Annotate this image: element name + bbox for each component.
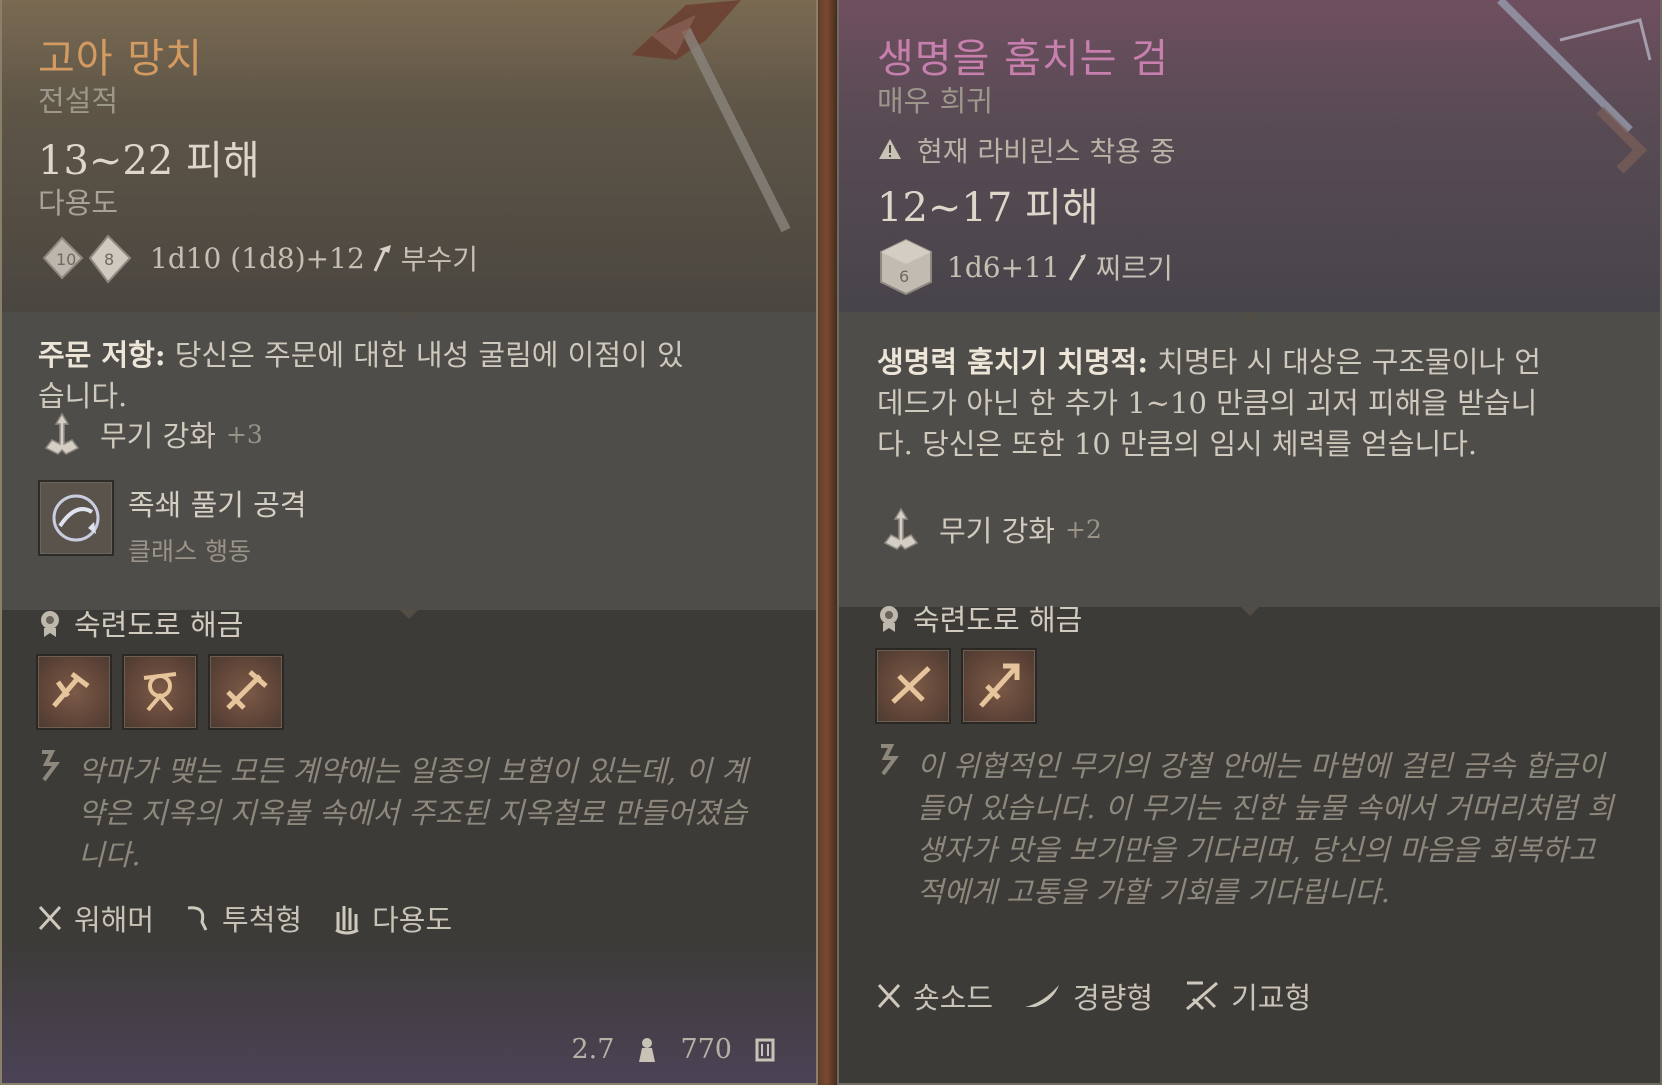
svg-text:8: 8 <box>104 250 114 269</box>
property-item: 다용도 <box>332 897 452 939</box>
damage-dice-row: 10 8 1d10 (1d8)+12 부수기 <box>38 228 478 288</box>
divider-notch <box>1240 607 1259 616</box>
flavor-text: 이 위협적인 무기의 강철 안에는 마법에 걸린 금속 합금이 들어 있습니다.… <box>917 749 1614 909</box>
item-title: 고아 망치 <box>38 36 203 82</box>
unshackle-strike-icon[interactable] <box>38 480 114 556</box>
damage-range: 12~17 피해 <box>877 185 1099 231</box>
dice-icon: 6 <box>880 238 932 296</box>
enchantment-bonus: +2 <box>1064 514 1102 544</box>
shortsword-icon <box>877 983 901 1009</box>
weapon-properties: 워해머 투척형 다용도 <box>36 897 482 939</box>
item-footer: 2.7 770 <box>572 1034 777 1065</box>
enchantment-label: 무기 강화 <box>100 419 216 453</box>
item-tooltip-left: 고아 망치 전설적 13~22 피해 다용도 10 8 1d10 (1d8)+1… <box>0 0 818 1085</box>
piercing-icon <box>1068 254 1086 281</box>
warhammer-art-icon <box>631 0 791 233</box>
equipped-text: 현재 라비린스 착용 중 <box>917 135 1176 168</box>
item-value: 770 <box>680 1034 732 1065</box>
class-action[interactable]: 족쇄 풀기 공격 클래스 행동 <box>38 480 307 568</box>
gold-icon <box>755 1038 775 1061</box>
enchantment-icon <box>44 412 80 455</box>
property-label: 투척형 <box>222 903 303 937</box>
enchantment-bonus: +3 <box>225 419 263 449</box>
background-strip <box>815 0 839 1085</box>
property-item: 경량형 <box>1023 975 1153 1017</box>
property-label: 워해머 <box>74 903 155 937</box>
divider-notch <box>1240 312 1259 321</box>
divider-notch <box>400 610 418 619</box>
property-label: 숏소드 <box>913 981 994 1015</box>
finesse-icon <box>1186 981 1219 1011</box>
dice-formula: 1d10 (1d8)+12 <box>150 241 365 275</box>
passive-name: 생명력 훔치기 치명적: <box>877 345 1149 379</box>
item-title: 생명을 훔치는 검 <box>877 36 1170 82</box>
lifestealer-sword-art-icon <box>1497 0 1652 174</box>
warning-icon <box>879 139 901 159</box>
divider-notch <box>400 312 418 321</box>
dice-icon: 10 8 <box>42 234 132 284</box>
warhammer-icon <box>38 905 62 931</box>
proficiency-unlock-header: 숙련도로 해금 <box>877 597 1082 639</box>
dice-formula: 1d6+11 <box>947 250 1060 284</box>
property-item: 기교형 <box>1183 975 1311 1017</box>
mastery-actions <box>875 648 1047 724</box>
proficiency-label: 숙련도로 해금 <box>74 608 244 642</box>
damage-dice-row: 6 1d6+11 찌르기 <box>877 236 1173 298</box>
weapon-enchantment: 무기 강화 +2 <box>877 505 1102 553</box>
thrown-icon <box>187 906 208 931</box>
sunder-icon[interactable] <box>36 654 112 730</box>
cleave-icon[interactable] <box>208 654 284 730</box>
slash-icon[interactable] <box>875 648 951 724</box>
light-icon <box>1025 985 1060 1007</box>
topple-icon[interactable] <box>122 654 198 730</box>
flavor-text-icon <box>881 744 899 776</box>
item-rarity: 전설적 <box>38 84 119 118</box>
item-passive-description: 주문 저항: 당신은 주문에 대한 내성 굴림에 이점이 있습니다. <box>38 335 698 417</box>
damage-type: 부수기 <box>400 243 479 276</box>
proficiency-icon <box>880 606 898 632</box>
bludgeoning-icon <box>373 245 391 272</box>
action-name: 족쇄 풀기 공격 <box>128 488 307 522</box>
property-item: 워해머 <box>36 897 154 939</box>
enchantment-icon <box>883 507 919 550</box>
weapon-enchantment: 무기 강화 +3 <box>38 410 263 458</box>
action-type: 클래스 행동 <box>128 537 251 566</box>
passive-name: 주문 저항: <box>38 338 166 372</box>
item-weight: 2.7 <box>571 1034 615 1065</box>
piercing-strike-icon[interactable] <box>961 648 1037 724</box>
item-tooltip-right: 생명을 훔치는 검 매우 희귀 현재 라비린스 착용 중 12~17 피해 6 … <box>837 0 1662 1085</box>
flavor-text-icon <box>42 750 60 782</box>
weight-icon <box>639 1037 656 1062</box>
proficiency-label: 숙련도로 해금 <box>913 603 1083 637</box>
weapon-properties: 숏소드 경량형 기교형 <box>875 975 1341 1017</box>
property-label: 기교형 <box>1231 981 1312 1015</box>
damage-property: 다용도 <box>38 186 119 220</box>
item-rarity: 매우 희귀 <box>877 84 993 118</box>
property-item: 투척형 <box>184 897 302 939</box>
flavor-text: 악마가 맺는 모든 계약에는 일종의 보험이 있는데, 이 계약은 지옥의 지옥… <box>78 754 748 872</box>
damage-type: 찌르기 <box>1095 252 1173 285</box>
property-label: 경량형 <box>1073 981 1154 1015</box>
damage-range: 13~22 피해 <box>38 138 260 184</box>
item-passive-description: 생명력 훔치기 치명적: 치명타 시 대상은 구조물이나 언데드가 아닌 한 추… <box>877 342 1557 465</box>
enchantment-label: 무기 강화 <box>939 514 1055 548</box>
proficiency-unlock-header: 숙련도로 해금 <box>38 602 243 644</box>
svg-text:10: 10 <box>56 250 76 269</box>
property-item: 숏소드 <box>875 975 993 1017</box>
equipped-notice: 현재 라비린스 착용 중 <box>877 130 1176 170</box>
svg-text:6: 6 <box>899 267 909 286</box>
versatile-icon <box>335 906 359 935</box>
proficiency-icon <box>41 611 59 637</box>
mastery-actions <box>36 654 294 730</box>
property-label: 다용도 <box>372 903 453 937</box>
